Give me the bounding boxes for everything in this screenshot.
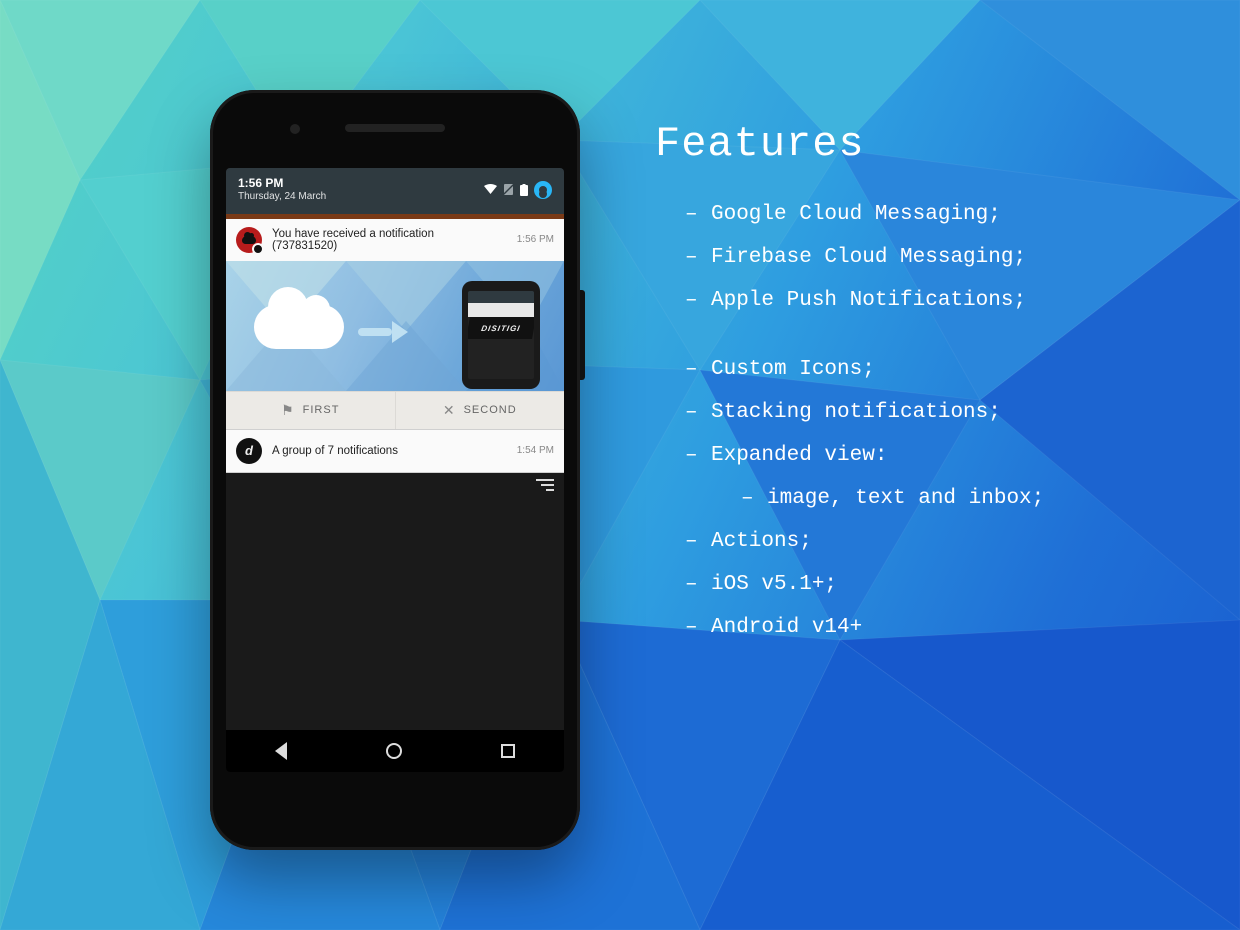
notification-time: 1:54 PM [511, 445, 554, 456]
feature-item: Custom Icons; [655, 359, 1044, 380]
action-first-label: FIRST [303, 404, 340, 416]
phone-frame: 1:56 PM Thursday, 24 March You have rece… [210, 90, 580, 850]
notification-shade-header[interactable]: 1:56 PM Thursday, 24 March [226, 168, 564, 214]
flag-icon: ⚑ [281, 402, 295, 419]
statusbar-icons [484, 181, 552, 199]
earpiece [345, 124, 445, 132]
nav-home-button[interactable] [386, 743, 402, 759]
sim-icon [503, 184, 514, 195]
notification-app-icon [236, 227, 262, 253]
profile-avatar-icon[interactable] [534, 181, 552, 199]
feature-item: Google Cloud Messaging; [655, 204, 1044, 225]
background [0, 0, 1240, 930]
statusbar-time: 1:56 PM [238, 176, 326, 191]
features-heading: Features [655, 120, 1044, 168]
notification-card-1[interactable]: You have received a notification (737831… [226, 219, 564, 430]
feature-subitem: image, text and inbox; [655, 488, 1044, 509]
features-list: Google Cloud Messaging; Firebase Cloud M… [655, 204, 1044, 638]
notification-card-2[interactable]: d A group of 7 notifications 1:54 PM [226, 430, 564, 473]
mini-logo-text: DISITIGI [468, 317, 534, 339]
front-camera [290, 124, 300, 134]
action-first-button[interactable]: ⚑ FIRST [226, 392, 395, 429]
mini-phone-graphic: DISITIGI [462, 281, 540, 389]
cloud-icon [254, 305, 344, 349]
notification-title: A group of 7 notifications [272, 445, 501, 457]
action-second-button[interactable]: ✕ SECOND [395, 392, 565, 429]
nav-recent-button[interactable] [501, 744, 515, 758]
statusbar-date: Thursday, 24 March [238, 191, 326, 204]
feature-item: Expanded view: [655, 445, 1044, 466]
wifi-icon [484, 184, 497, 195]
battery-icon [520, 184, 528, 196]
notification-actions: ⚑ FIRST ✕ SECOND [226, 391, 564, 429]
close-icon: ✕ [443, 402, 456, 419]
clear-all-button[interactable] [226, 473, 564, 491]
feature-item: Android v14+ [655, 617, 1044, 638]
action-second-label: SECOND [464, 404, 517, 416]
features-panel: Features Google Cloud Messaging; Firebas… [655, 120, 1044, 660]
feature-item: iOS v5.1+; [655, 574, 1044, 595]
notification-time: 1:56 PM [511, 234, 554, 245]
feature-item: Apple Push Notifications; [655, 290, 1044, 311]
feature-item: Stacking notifications; [655, 402, 1044, 423]
notification-app-icon: d [236, 438, 262, 464]
nav-back-button[interactable] [275, 742, 287, 760]
arrow-icon [358, 323, 408, 341]
phone-screen: 1:56 PM Thursday, 24 March You have rece… [226, 168, 564, 772]
android-navbar [226, 730, 564, 772]
feature-item: Firebase Cloud Messaging; [655, 247, 1044, 268]
notification-expanded-image: DISITIGI [226, 261, 564, 391]
notification-title: You have received a notification (737831… [272, 228, 501, 252]
clear-all-icon [536, 479, 554, 491]
feature-item: Actions; [655, 531, 1044, 552]
feature-spacer [655, 333, 1044, 359]
